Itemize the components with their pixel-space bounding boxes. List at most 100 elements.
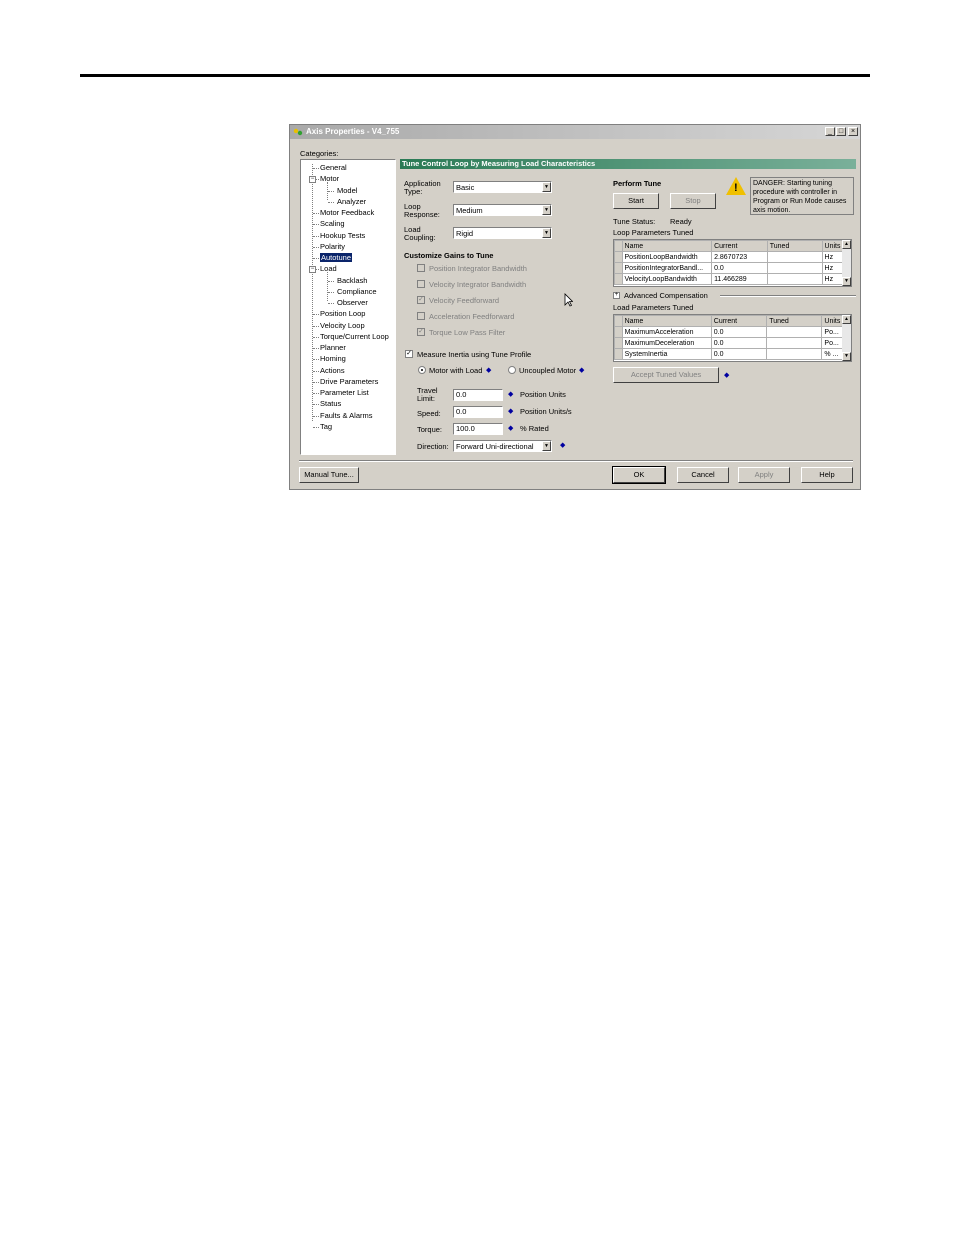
grid-cell[interactable]: 0.0 xyxy=(710,326,768,338)
grid-cell[interactable]: 0.0 xyxy=(711,262,768,274)
table-row[interactable]: MaximumDeceleration 0.0 Po... xyxy=(614,337,851,349)
grid-header-cell[interactable]: Tuned xyxy=(766,240,823,252)
tree-item-status[interactable]: Status xyxy=(320,399,341,408)
loop-parameters-grid[interactable]: Name Current Tuned Units PositionLoopBandwid… xyxy=(613,239,852,287)
grid-cell[interactable] xyxy=(766,262,823,274)
gain-checkbox[interactable] xyxy=(417,312,425,320)
maximize-button[interactable]: □ xyxy=(836,127,846,136)
tree-item-autotune[interactable]: Autotune xyxy=(320,253,353,262)
dropdown-arrow-icon[interactable]: ▼ xyxy=(542,228,551,238)
minimize-button[interactable]: _ xyxy=(825,127,835,136)
gain-checkbox[interactable]: ✓ xyxy=(417,296,425,304)
grid-cell[interactable] xyxy=(766,273,823,285)
advanced-compensation-expander[interactable]: + xyxy=(613,292,620,299)
advanced-compensation-label[interactable]: Advanced Compensation xyxy=(624,291,708,300)
grid-cell[interactable]: MaximumDeceleration xyxy=(621,337,712,349)
grid-cell[interactable] xyxy=(766,251,823,263)
tree-item-motor-feedback[interactable]: Motor Feedback xyxy=(320,208,374,217)
scroll-up-icon[interactable]: ▲ xyxy=(842,315,851,324)
gain-checkbox[interactable] xyxy=(417,264,425,272)
close-button[interactable]: × xyxy=(848,127,858,136)
accept-tuned-values-button[interactable]: Accept Tuned Values xyxy=(613,367,719,383)
uncoupled-motor-radio[interactable] xyxy=(508,366,516,374)
grid-cell[interactable] xyxy=(766,326,823,338)
tree-item-general[interactable]: General xyxy=(320,163,347,172)
load-parameters-grid[interactable]: Name Current Tuned Units MaximumAcceleration… xyxy=(613,314,852,362)
grid-cell[interactable]: PositionLoopBandwidth xyxy=(621,251,713,263)
grid-cell[interactable]: VelocityLoopBandwidth xyxy=(621,273,713,285)
title-bar[interactable]: Axis Properties - V4_755 _ □ × xyxy=(290,125,860,139)
dropdown-arrow-icon[interactable]: ▼ xyxy=(542,441,551,451)
tree-item-torque-current-loop[interactable]: Torque/Current Loop xyxy=(320,332,389,341)
tree-item-hookup-tests[interactable]: Hookup Tests xyxy=(320,231,365,240)
tree-item-analyzer[interactable]: Analyzer xyxy=(337,197,366,206)
grid-cell[interactable]: MaximumAcceleration xyxy=(621,326,712,338)
categories-tree[interactable]: General − Motor Model Analyzer Motor Feedback… xyxy=(300,159,396,455)
tree-item-parameter-list[interactable]: Parameter List xyxy=(320,388,369,397)
measure-inertia-checkbox[interactable]: ✓ xyxy=(405,350,413,358)
tree-item-drive-parameters[interactable]: Drive Parameters xyxy=(320,377,378,386)
gain-label: Position Integrator Bandwidth xyxy=(429,264,527,273)
scroll-down-icon[interactable]: ▼ xyxy=(842,277,851,286)
cancel-button[interactable]: Cancel xyxy=(677,467,729,483)
tree-item-motor[interactable]: Motor xyxy=(320,174,339,183)
load-coupling-select[interactable]: Rigid ▼ xyxy=(453,227,552,239)
dropdown-arrow-icon[interactable]: ▼ xyxy=(542,205,551,215)
grid-cell[interactable]: 11.466289 xyxy=(711,273,768,285)
tree-item-polarity[interactable]: Polarity xyxy=(320,242,345,251)
table-row[interactable]: VelocityLoopBandwidth 11.466289 Hz xyxy=(614,273,851,285)
table-row[interactable]: SystemInertia 0.0% ... xyxy=(614,348,851,360)
tree-item-observer[interactable]: Observer xyxy=(337,298,368,307)
stop-button[interactable]: Stop xyxy=(670,193,716,209)
grid-cell[interactable]: SystemInertia xyxy=(621,348,712,360)
tree-item-backlash[interactable]: Backlash xyxy=(337,276,367,285)
direction-select[interactable]: Forward Uni-directional ▼ xyxy=(453,440,552,452)
motor-with-load-radio[interactable] xyxy=(418,366,426,374)
help-button[interactable]: Help xyxy=(801,467,853,483)
torque-input[interactable]: 100.0 xyxy=(453,423,503,435)
grid-header-cell[interactable]: Current xyxy=(711,240,768,252)
grid-scrollbar[interactable]: ▲ ▼ xyxy=(842,240,851,286)
grid-cell[interactable]: 2.8670723 xyxy=(711,251,768,263)
tree-expander-icon[interactable]: − xyxy=(309,266,316,274)
grid-cell[interactable]: 0.0 xyxy=(710,348,768,360)
tree-item-scaling[interactable]: Scaling xyxy=(320,219,345,228)
tree-item-velocity-loop[interactable]: Velocity Loop xyxy=(320,321,365,330)
scroll-down-icon[interactable]: ▼ xyxy=(842,352,851,361)
tree-item-compliance[interactable]: Compliance xyxy=(337,287,377,296)
tree-item-planner[interactable]: Planner xyxy=(320,343,346,352)
application-type-select[interactable]: Basic ▼ xyxy=(453,181,552,193)
manual-tune-button[interactable]: Manual Tune... xyxy=(299,467,359,483)
grid-header-cell[interactable]: Tuned xyxy=(766,315,823,327)
tree-item-actions[interactable]: Actions xyxy=(320,366,345,375)
tree-item-model[interactable]: Model xyxy=(337,186,357,195)
tree-item-homing[interactable]: Homing xyxy=(320,354,346,363)
grid-cell[interactable] xyxy=(766,337,823,349)
tree-item-position-loop[interactable]: Position Loop xyxy=(320,309,365,318)
grid-header-cell[interactable]: Name xyxy=(621,240,713,252)
dropdown-arrow-icon[interactable]: ▼ xyxy=(542,182,551,192)
table-row[interactable]: PositionLoopBandwidth 2.8670723 Hz xyxy=(614,251,851,263)
gain-checkbox[interactable]: ✓ xyxy=(417,328,425,336)
ok-button[interactable]: OK xyxy=(612,466,666,484)
motor-with-load-label: Motor with Load xyxy=(429,366,483,375)
speed-input[interactable]: 0.0 xyxy=(453,406,503,418)
tree-item-load[interactable]: Load xyxy=(320,264,337,273)
apply-button[interactable]: Apply xyxy=(738,467,790,483)
grid-header-cell[interactable]: Name xyxy=(621,315,712,327)
tree-item-faults-alarms[interactable]: Faults & Alarms xyxy=(320,411,373,420)
scroll-up-icon[interactable]: ▲ xyxy=(842,240,851,249)
table-row[interactable]: MaximumAcceleration 0.0 Po... xyxy=(614,326,851,338)
grid-scrollbar[interactable]: ▲ ▼ xyxy=(842,315,851,361)
grid-cell[interactable]: 0.0 xyxy=(710,337,768,349)
grid-header-cell[interactable]: Current xyxy=(710,315,768,327)
grid-cell[interactable]: PositionIntegratorBandl... xyxy=(621,262,713,274)
tree-item-tag[interactable]: Tag xyxy=(320,422,332,431)
table-row[interactable]: PositionIntegratorBandl... 0.0 Hz xyxy=(614,262,851,274)
start-button[interactable]: Start xyxy=(613,193,659,209)
grid-cell[interactable] xyxy=(766,348,823,360)
travel-limit-input[interactable]: 0.0 xyxy=(453,389,503,401)
tree-expander-icon[interactable]: − xyxy=(309,176,316,184)
loop-response-select[interactable]: Medium ▼ xyxy=(453,204,552,216)
gain-checkbox[interactable] xyxy=(417,280,425,288)
